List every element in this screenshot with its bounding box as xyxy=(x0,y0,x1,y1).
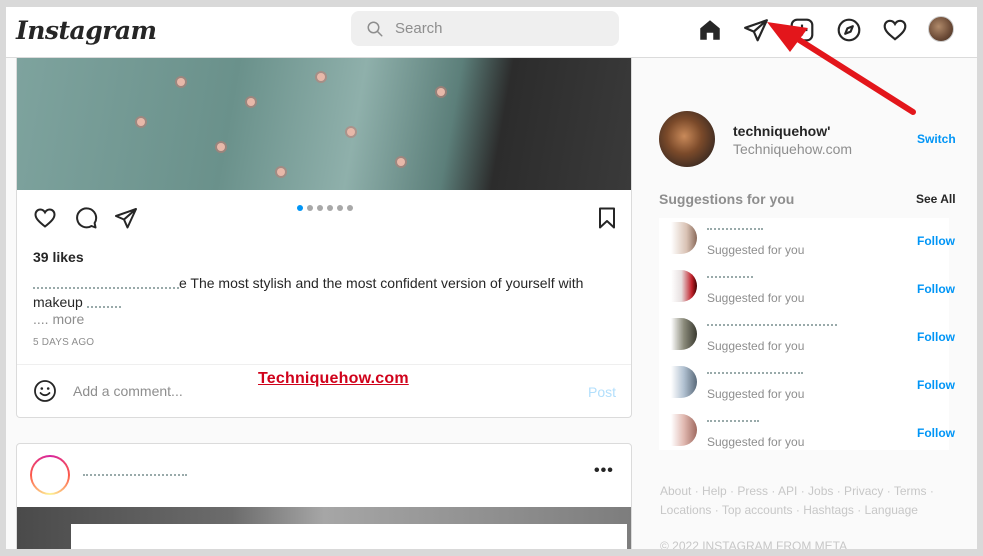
search-input[interactable] xyxy=(395,11,605,46)
watermark-text: Techniquehow.com xyxy=(258,370,409,387)
suggestion-avatar[interactable] xyxy=(671,414,697,446)
suggestion-avatar[interactable] xyxy=(671,366,697,398)
redacted-username xyxy=(33,279,179,290)
save-bookmark-icon[interactable] xyxy=(595,206,619,230)
redacted-username[interactable] xyxy=(707,220,763,230)
post-timestamp[interactable]: 5 DAYS AGO xyxy=(33,337,94,348)
suggestion-avatar[interactable] xyxy=(671,270,697,302)
new-post-icon[interactable] xyxy=(789,17,815,43)
emoji-icon[interactable] xyxy=(33,379,57,403)
more-options-icon[interactable]: ••• xyxy=(594,462,614,480)
suggestions-list: Suggested for you Follow Suggested for y… xyxy=(659,218,955,450)
footer-links-line2[interactable]: Locations · Top accounts · Hashtags · La… xyxy=(660,501,960,520)
switch-account-button[interactable]: Switch xyxy=(917,132,956,146)
caption-text: e The most stylish and the most confiden… xyxy=(179,275,584,291)
feed-post: 39 likes e The most stylish and the most… xyxy=(16,58,632,418)
search-icon xyxy=(367,21,383,37)
current-username[interactable]: techniquehow' xyxy=(733,123,830,139)
carousel-dot xyxy=(337,205,343,211)
current-user-avatar[interactable] xyxy=(659,111,715,167)
see-all-button[interactable]: See All xyxy=(916,192,956,206)
carousel-dot xyxy=(297,205,303,211)
suggestion-subtitle: Suggested for you xyxy=(707,387,805,401)
carousel-indicator xyxy=(297,205,353,211)
copyright-text: © 2022 INSTAGRAM FROM META xyxy=(660,539,848,553)
explore-icon[interactable] xyxy=(836,17,862,43)
current-user-fullname: Techniquehow.com xyxy=(733,141,853,157)
more-link[interactable]: .... more xyxy=(33,311,84,327)
profile-avatar[interactable] xyxy=(928,16,954,42)
footer-links: About · Help · Press · API · Jobs · Priv… xyxy=(660,482,960,520)
home-icon[interactable] xyxy=(697,17,723,43)
post-image[interactable] xyxy=(17,58,631,190)
carousel-dot xyxy=(327,205,333,211)
story-ring-avatar[interactable] xyxy=(30,455,70,495)
follow-button[interactable]: Follow xyxy=(917,378,955,392)
suggestion-subtitle: Suggested for you xyxy=(707,243,805,257)
redacted-text xyxy=(86,298,121,309)
divider xyxy=(17,364,631,365)
redacted-username[interactable] xyxy=(707,412,759,422)
search-box[interactable] xyxy=(351,11,619,46)
carousel-dot xyxy=(307,205,313,211)
suggestion-avatar[interactable] xyxy=(671,222,697,254)
comment-icon[interactable] xyxy=(74,206,98,230)
top-nav: Instagram xyxy=(6,7,977,58)
suggestion-subtitle: Suggested for you xyxy=(707,435,805,449)
suggestion-subtitle: Suggested for you xyxy=(707,339,805,353)
suggestion-item: Suggested for you Follow xyxy=(659,314,959,362)
suggestion-subtitle: Suggested for you xyxy=(707,291,805,305)
follow-button[interactable]: Follow xyxy=(917,234,955,248)
footer-links-line1[interactable]: About · Help · Press · API · Jobs · Priv… xyxy=(660,482,960,501)
like-heart-icon[interactable] xyxy=(33,206,57,230)
follow-button[interactable]: Follow xyxy=(917,282,955,296)
carousel-dot xyxy=(317,205,323,211)
feed-post: ••• xyxy=(16,443,632,556)
suggestion-item: Suggested for you Follow xyxy=(659,266,959,314)
carousel-dot xyxy=(347,205,353,211)
follow-button[interactable]: Follow xyxy=(917,330,955,344)
like-count[interactable]: 39 likes xyxy=(33,249,84,265)
redacted-username[interactable] xyxy=(707,364,803,374)
redacted-username[interactable] xyxy=(707,316,837,326)
caption-text-line2: makeup xyxy=(33,294,83,310)
post-image-overlay xyxy=(71,524,627,556)
redacted-username[interactable] xyxy=(707,268,753,278)
share-icon[interactable] xyxy=(114,206,138,230)
post-caption: e The most stylish and the most confiden… xyxy=(33,274,603,312)
instagram-logo[interactable]: Instagram xyxy=(16,16,157,45)
suggestion-item: Suggested for you Follow xyxy=(659,362,959,410)
follow-button[interactable]: Follow xyxy=(917,426,955,440)
direct-messages-icon[interactable] xyxy=(743,17,769,43)
suggestion-item: Suggested for you Follow xyxy=(659,218,959,266)
suggestions-heading: Suggestions for you xyxy=(659,191,795,207)
suggestion-avatar[interactable] xyxy=(671,318,697,350)
suggestion-item: Suggested for you Follow xyxy=(659,410,959,458)
post-comment-button[interactable]: Post xyxy=(588,384,616,400)
redacted-username[interactable] xyxy=(83,466,187,476)
activity-heart-icon[interactable] xyxy=(882,17,908,43)
